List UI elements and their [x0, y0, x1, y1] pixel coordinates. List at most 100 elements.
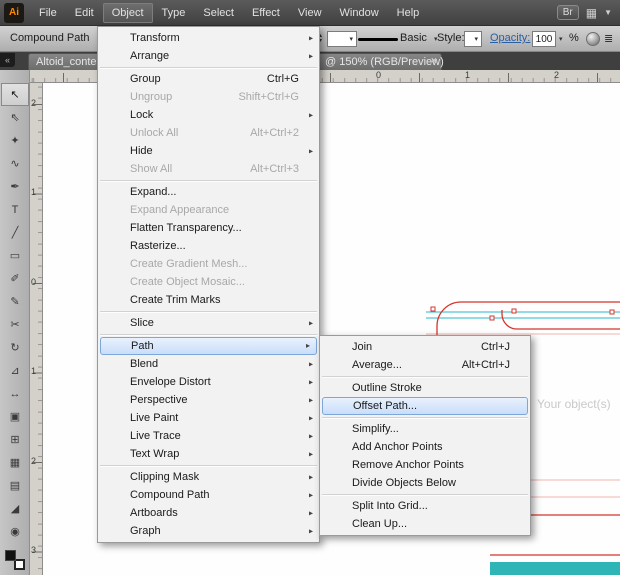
zoom-tool[interactable]: ◉ [1, 520, 29, 543]
menu-separator [100, 465, 317, 466]
menu-item-show-all[interactable]: Show All Alt+Ctrl+3 [98, 160, 319, 178]
menubar-select[interactable]: Select [194, 3, 243, 23]
bridge-button[interactable]: Br [556, 5, 579, 20]
menu-item-split-into-grid[interactable]: Split Into Grid... [320, 497, 530, 515]
style-dropdown[interactable]: ▾ [464, 31, 482, 47]
selection-tool[interactable]: ↖ [1, 83, 29, 106]
stroke-weight-field[interactable]: ▾ [327, 31, 357, 47]
submenu-arrow-icon: ▸ [308, 472, 313, 482]
mesh-tool[interactable]: ▦ [1, 451, 29, 474]
rotate-tool[interactable]: ↻ [1, 336, 29, 359]
menu-item-live-trace[interactable]: Live Trace ▸ [98, 427, 319, 445]
submenu-arrow-icon: ▸ [308, 377, 313, 387]
menubar-object[interactable]: Object [102, 2, 153, 23]
perspective-grid-tool[interactable]: ⊞ [1, 428, 29, 451]
menu-item-unlock-all[interactable]: Unlock All Alt+Ctrl+2 [98, 124, 319, 142]
menu-item-compound-path[interactable]: Compound Path ▸ [98, 486, 319, 504]
pencil-tool[interactable]: ✎ [1, 290, 29, 313]
fill-stroke-swatches[interactable] [5, 550, 25, 570]
menu-item-arrange[interactable]: Arrange ▸ [98, 47, 319, 65]
free-transform-tool[interactable]: ▣ [1, 405, 29, 428]
menubar-type[interactable]: Type [153, 3, 195, 23]
menu-item-flatten-transparency[interactable]: Flatten Transparency... [98, 219, 319, 237]
menu-item-label: Outline Stroke [352, 381, 422, 394]
document-setup-icon[interactable] [586, 32, 600, 46]
magic-wand-tool[interactable]: ✦ [1, 129, 29, 152]
menu-item-simplify[interactable]: Simplify... [320, 420, 530, 438]
menubar-edit[interactable]: Edit [66, 3, 103, 23]
menu-item-blend[interactable]: Blend ▸ [98, 355, 319, 373]
menu-item-divide-objects-below[interactable]: Divide Objects Below [320, 474, 530, 492]
menu-item-label: Clean Up... [352, 517, 408, 530]
lasso-tool[interactable]: ∿ [1, 152, 29, 175]
menu-item-create-object-mosaic[interactable]: Create Object Mosaic... [98, 273, 319, 291]
line-segment-tool[interactable]: ╱ [1, 221, 29, 244]
menu-item-group[interactable]: Group Ctrl+G [98, 70, 319, 88]
menu-item-transform[interactable]: Transform ▸ [98, 29, 319, 47]
menu-item-hide[interactable]: Hide ▸ [98, 142, 319, 160]
eyedropper-tool[interactable]: ◢ [1, 497, 29, 520]
menu-item-shortcut: Alt+Ctrl+J [461, 358, 510, 371]
fill-swatch[interactable] [5, 550, 16, 561]
menu-item-expand-appearance[interactable]: Expand Appearance [98, 201, 319, 219]
paintbrush-tool[interactable]: ✐ [1, 267, 29, 290]
opacity-dropdown-icon[interactable]: ▾ [559, 35, 563, 43]
brush-definition-dropdown[interactable]: Basic ▾ [400, 32, 437, 44]
vertical-ruler[interactable]: 2 1 0 1 2 3 [30, 83, 43, 575]
workspace-grid-icon[interactable]: ▦ [586, 6, 597, 20]
menu-item-add-anchor-points[interactable]: Add Anchor Points [320, 438, 530, 456]
menu-item-outline-stroke[interactable]: Outline Stroke [320, 379, 530, 397]
menu-item-label: Ungroup [130, 90, 173, 103]
menu-item-slice[interactable]: Slice ▸ [98, 314, 319, 332]
dropdown-arrow-icon[interactable]: ▾ [349, 35, 353, 43]
menu-item-artboards[interactable]: Artboards ▸ [98, 504, 319, 522]
gradient-tool[interactable]: ▤ [1, 474, 29, 497]
menu-item-clean-up[interactable]: Clean Up... [320, 515, 530, 533]
width-tool[interactable]: ↔ [1, 382, 29, 405]
menu-item-create-trim-marks[interactable]: Create Trim Marks [98, 291, 319, 309]
tab-close-icon[interactable]: × [431, 55, 437, 67]
menu-item-rasterize[interactable]: Rasterize... [98, 237, 319, 255]
menu-item-perspective[interactable]: Perspective ▸ [98, 391, 319, 409]
opacity-link[interactable]: Opacity: [490, 32, 530, 44]
menu-item-label: Group [130, 72, 161, 85]
pen-tool[interactable]: ✒ [1, 175, 29, 198]
panel-collapse-icon[interactable]: « [0, 53, 15, 67]
dropdown-arrow-icon[interactable]: ▾ [474, 35, 478, 43]
menu-item-join[interactable]: Join Ctrl+J [320, 338, 530, 356]
menubar-view[interactable]: View [289, 3, 331, 23]
scissors-tool[interactable]: ✂ [1, 313, 29, 336]
tool-palette: ↖ ⇖ ✦ ∿ ✒ T ╱ ▭ ✐ ✎ ✂ ↻ ⊿ ↔ ▣ ⊞ ▦ ▤ ◢ ◉ [0, 70, 30, 575]
menu-item-offset-path[interactable]: Offset Path... [322, 397, 528, 415]
menu-item-create-gradient-mesh[interactable]: Create Gradient Mesh... [98, 255, 319, 273]
menu-item-lock[interactable]: Lock ▸ [98, 106, 319, 124]
scale-tool[interactable]: ⊿ [1, 359, 29, 382]
menubar-effect[interactable]: Effect [243, 3, 289, 23]
workspace-dropdown-icon[interactable]: ▼ [604, 8, 612, 17]
menu-item-live-paint[interactable]: Live Paint ▸ [98, 409, 319, 427]
menu-item-path[interactable]: Path ▸ [100, 337, 317, 355]
opacity-field[interactable]: 100 [532, 31, 556, 47]
menubar-file[interactable]: File [30, 3, 66, 23]
menu-item-average[interactable]: Average... Alt+Ctrl+J [320, 356, 530, 374]
menu-item-graph[interactable]: Graph ▸ [98, 522, 319, 540]
rectangle-tool[interactable]: ▭ [1, 244, 29, 267]
menubar-window[interactable]: Window [331, 3, 388, 23]
menu-item-clipping-mask[interactable]: Clipping Mask ▸ [98, 468, 319, 486]
type-tool[interactable]: T [1, 198, 29, 221]
menu-item-label: Create Gradient Mesh... [130, 257, 248, 270]
menubar-help[interactable]: Help [388, 3, 429, 23]
panel-menu-icon[interactable]: ≣ [604, 32, 613, 45]
menu-item-label: Clipping Mask [130, 470, 200, 483]
menu-item-ungroup[interactable]: Ungroup Shift+Ctrl+G [98, 88, 319, 106]
direct-selection-tool[interactable]: ⇖ [1, 106, 29, 129]
menu-item-label: Perspective [130, 393, 188, 406]
perspective-grid-tool-icon: ⊞ [10, 434, 20, 446]
menu-item-remove-anchor-points[interactable]: Remove Anchor Points [320, 456, 530, 474]
menu-item-expand[interactable]: Expand... [98, 183, 319, 201]
menu-item-label: Flatten Transparency... [130, 221, 242, 234]
brush-definition-value: Basic [400, 32, 427, 44]
menu-separator [100, 311, 317, 312]
menu-item-text-wrap[interactable]: Text Wrap ▸ [98, 445, 319, 463]
menu-item-envelope-distort[interactable]: Envelope Distort ▸ [98, 373, 319, 391]
